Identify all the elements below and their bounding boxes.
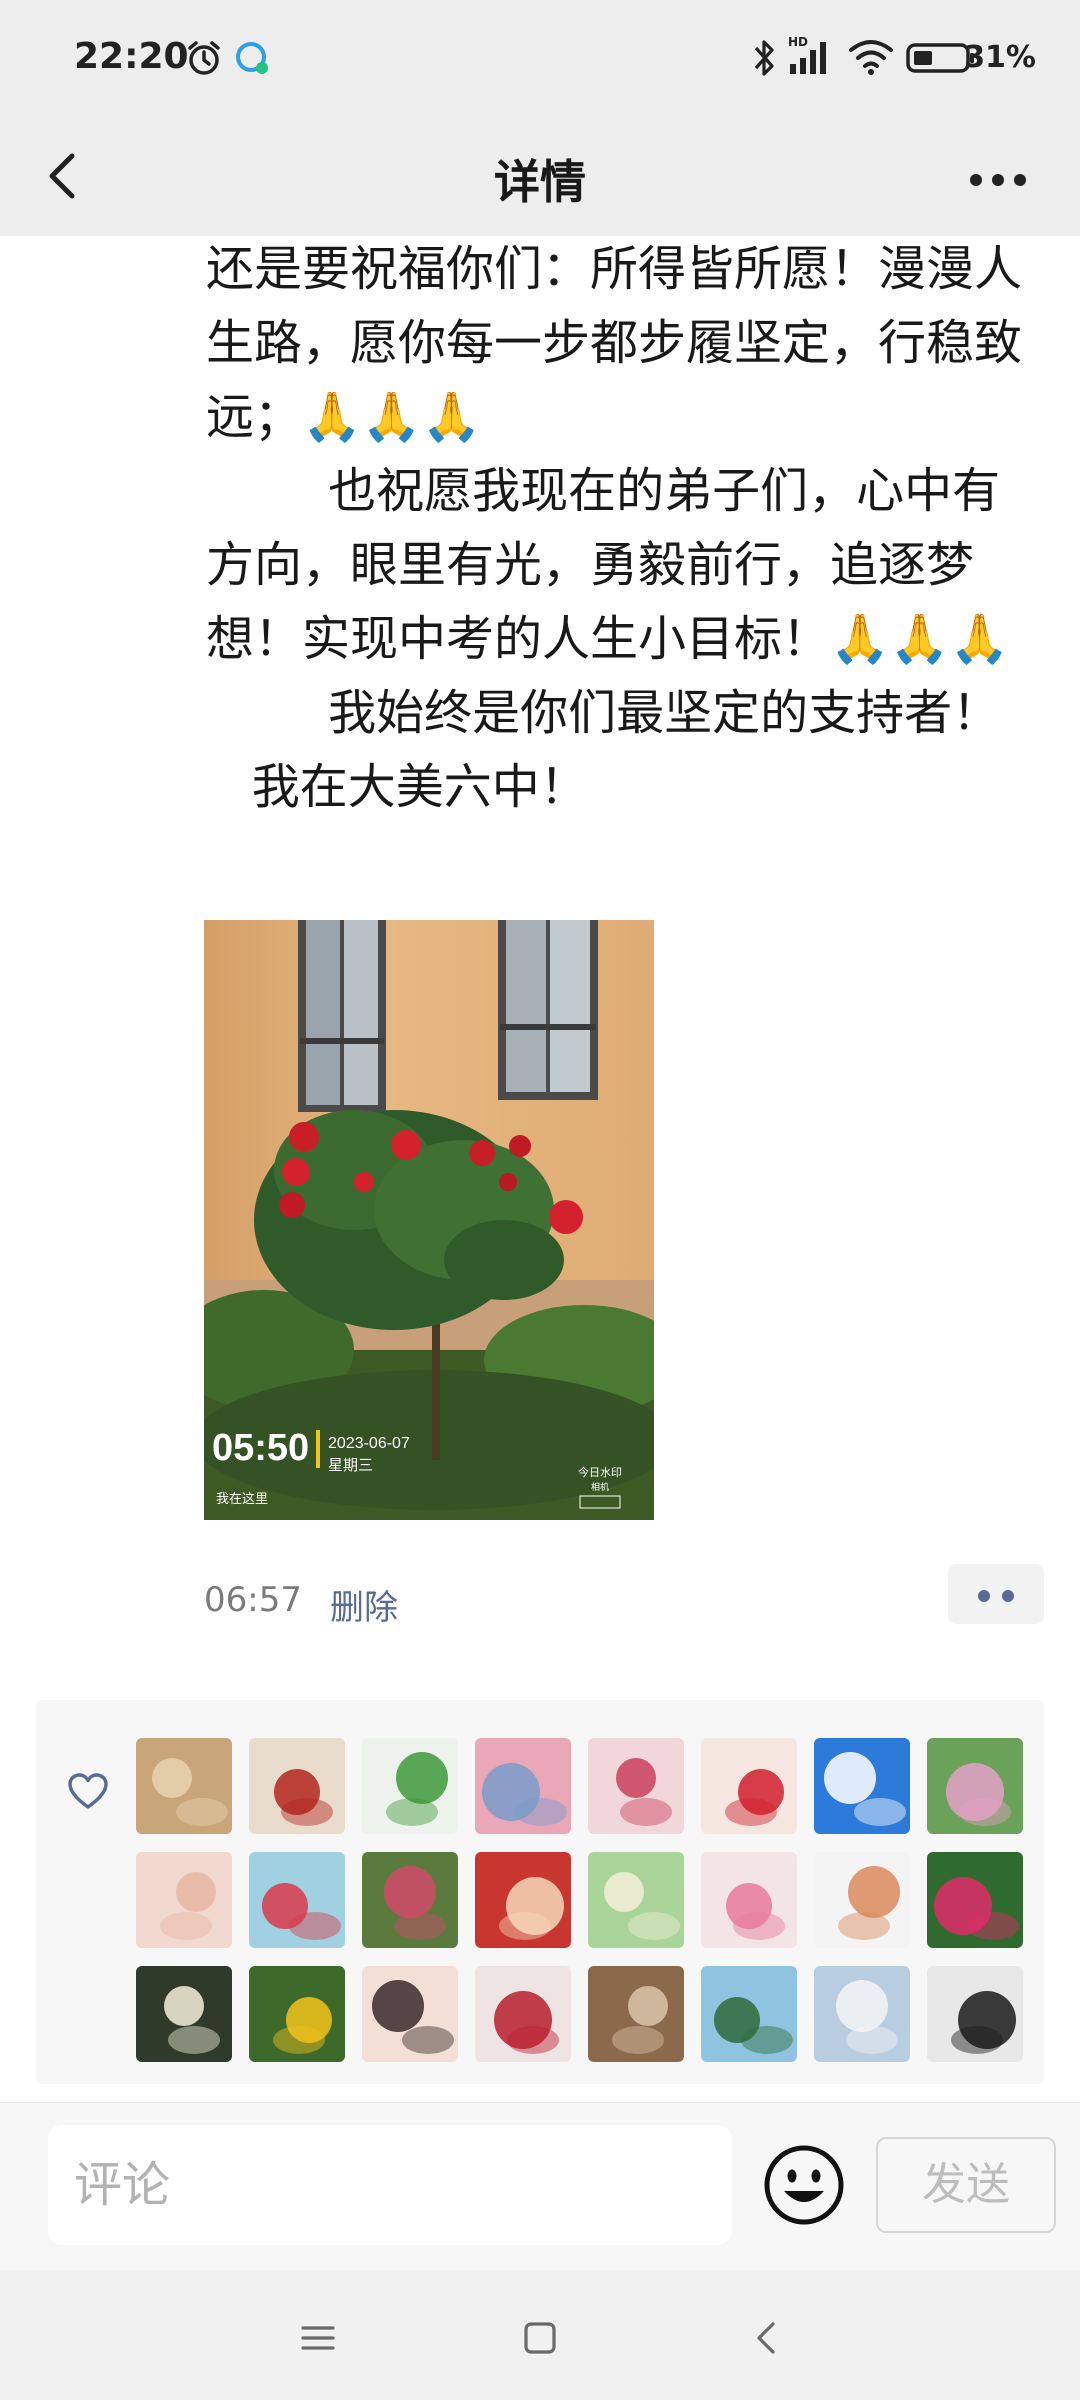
- dot-icon: [1002, 1590, 1014, 1602]
- bluetooth-icon: [754, 40, 774, 76]
- delete-button[interactable]: 删除: [330, 1580, 398, 1629]
- svg-text:HD: HD: [788, 35, 808, 49]
- menu-icon[interactable]: [288, 2308, 348, 2368]
- comment-input[interactable]: [48, 2125, 732, 2245]
- emoji-button[interactable]: [762, 2143, 846, 2227]
- emoji-smile-icon: [764, 2145, 844, 2225]
- watermark-location: 我在这里: [216, 1491, 268, 1507]
- post-photo[interactable]: 05:50 2023-06-07 星期三 我在这里 今日水印 相机: [204, 920, 654, 1520]
- avatar-rose-bush[interactable]: [362, 1852, 458, 1948]
- post-paragraph: 我在大美六中！: [206, 759, 588, 815]
- avatar-pink-tree[interactable]: [475, 1738, 571, 1834]
- avatar-girl-portrait[interactable]: [362, 1966, 458, 2062]
- avatar-beach-girl[interactable]: [814, 1966, 910, 2062]
- wifi-icon: [849, 40, 893, 75]
- avatar-pink-rose[interactable]: [927, 1852, 1023, 1948]
- send-button[interactable]: 发送: [876, 2137, 1056, 2233]
- watermark-brand-sub: 相机: [591, 1481, 609, 1493]
- avatar-clover[interactable]: [362, 1738, 458, 1834]
- avatar-sleeping-baby[interactable]: [136, 1852, 232, 1948]
- page-title: 详情: [494, 155, 586, 209]
- avatar-dancer[interactable]: [927, 1966, 1023, 2062]
- avatar-family-cartoon[interactable]: [475, 1852, 571, 1948]
- comment-bar: 发送: [0, 2102, 1080, 2270]
- hd-signal-icon: HD: [788, 35, 826, 74]
- avatar-water-lilies[interactable]: [136, 1966, 232, 2062]
- like-comment-toggle-button[interactable]: [948, 1564, 1044, 1624]
- avatar-red-roses-bouquet[interactable]: [475, 1966, 571, 2062]
- more-options-button[interactable]: [950, 136, 1050, 216]
- nav-bar: 详情: [0, 118, 1080, 236]
- avatar-cartoon-girl[interactable]: [701, 1738, 797, 1834]
- avatar-desert-landscape[interactable]: [136, 1738, 232, 1834]
- post-paragraph: 还是要祝福你们：所得皆所愿！漫漫人生路，愿你每一步都步履坚定，行稳致远；🙏🙏🙏: [206, 241, 1023, 445]
- battery-percentage: 31%: [964, 40, 1036, 75]
- avatar-man-reading[interactable]: [588, 1966, 684, 2062]
- more-dots-icon: [970, 174, 1026, 186]
- heart-outline-icon: [68, 1773, 108, 1809]
- post-time: 06:57: [204, 1580, 302, 1620]
- avatar-girl-in-field[interactable]: [588, 1852, 684, 1948]
- back-chevron-icon[interactable]: [738, 2308, 798, 2368]
- home-square-icon[interactable]: [510, 2308, 570, 2368]
- watermark-brand: 今日水印: [578, 1465, 622, 1479]
- watermark-time: 05:50: [212, 1427, 309, 1469]
- dot-icon: [978, 1590, 990, 1602]
- liker-avatar-grid: [136, 1738, 1023, 2062]
- avatar-fu-character[interactable]: [249, 1738, 345, 1834]
- avatar-blue-sky[interactable]: [814, 1738, 910, 1834]
- avatar-lily-flowers[interactable]: [588, 1738, 684, 1834]
- avatar-palm-plant[interactable]: [701, 1966, 797, 2062]
- app-notification-icon: [236, 42, 268, 74]
- post-content: 还是要祝福你们：所得皆所愿！漫漫人生路，愿你每一步都步履坚定，行稳致远；🙏🙏🙏 …: [206, 232, 1026, 824]
- avatar-red-flowers-bowl[interactable]: [249, 1852, 345, 1948]
- post-paragraph: 我始终是你们最坚定的支持者！: [206, 685, 1001, 741]
- status-time: 22:20: [74, 36, 189, 77]
- rose-bush-image: 05:50 2023-06-07 星期三 我在这里 今日水印 相机: [204, 920, 654, 1520]
- avatar-carnations[interactable]: [701, 1852, 797, 1948]
- likes-panel: [36, 1700, 1044, 2084]
- avatar-garden-cat[interactable]: [927, 1738, 1023, 1834]
- watermark-weekday: 星期三: [328, 1456, 373, 1474]
- avatar-family-illustration[interactable]: [814, 1852, 910, 1948]
- post-paragraph: 也祝愿我现在的弟子们，心中有方向，眼里有光，勇毅前行，追逐梦想！实现中考的人生小…: [206, 463, 1010, 667]
- avatar-sunflower[interactable]: [249, 1966, 345, 2062]
- watermark-date: 2023-06-07: [328, 1435, 410, 1452]
- status-bar: 22:20 HD 31%: [0, 0, 1080, 118]
- alarm-icon: [188, 41, 220, 75]
- system-navigation-bar: [0, 2270, 1080, 2400]
